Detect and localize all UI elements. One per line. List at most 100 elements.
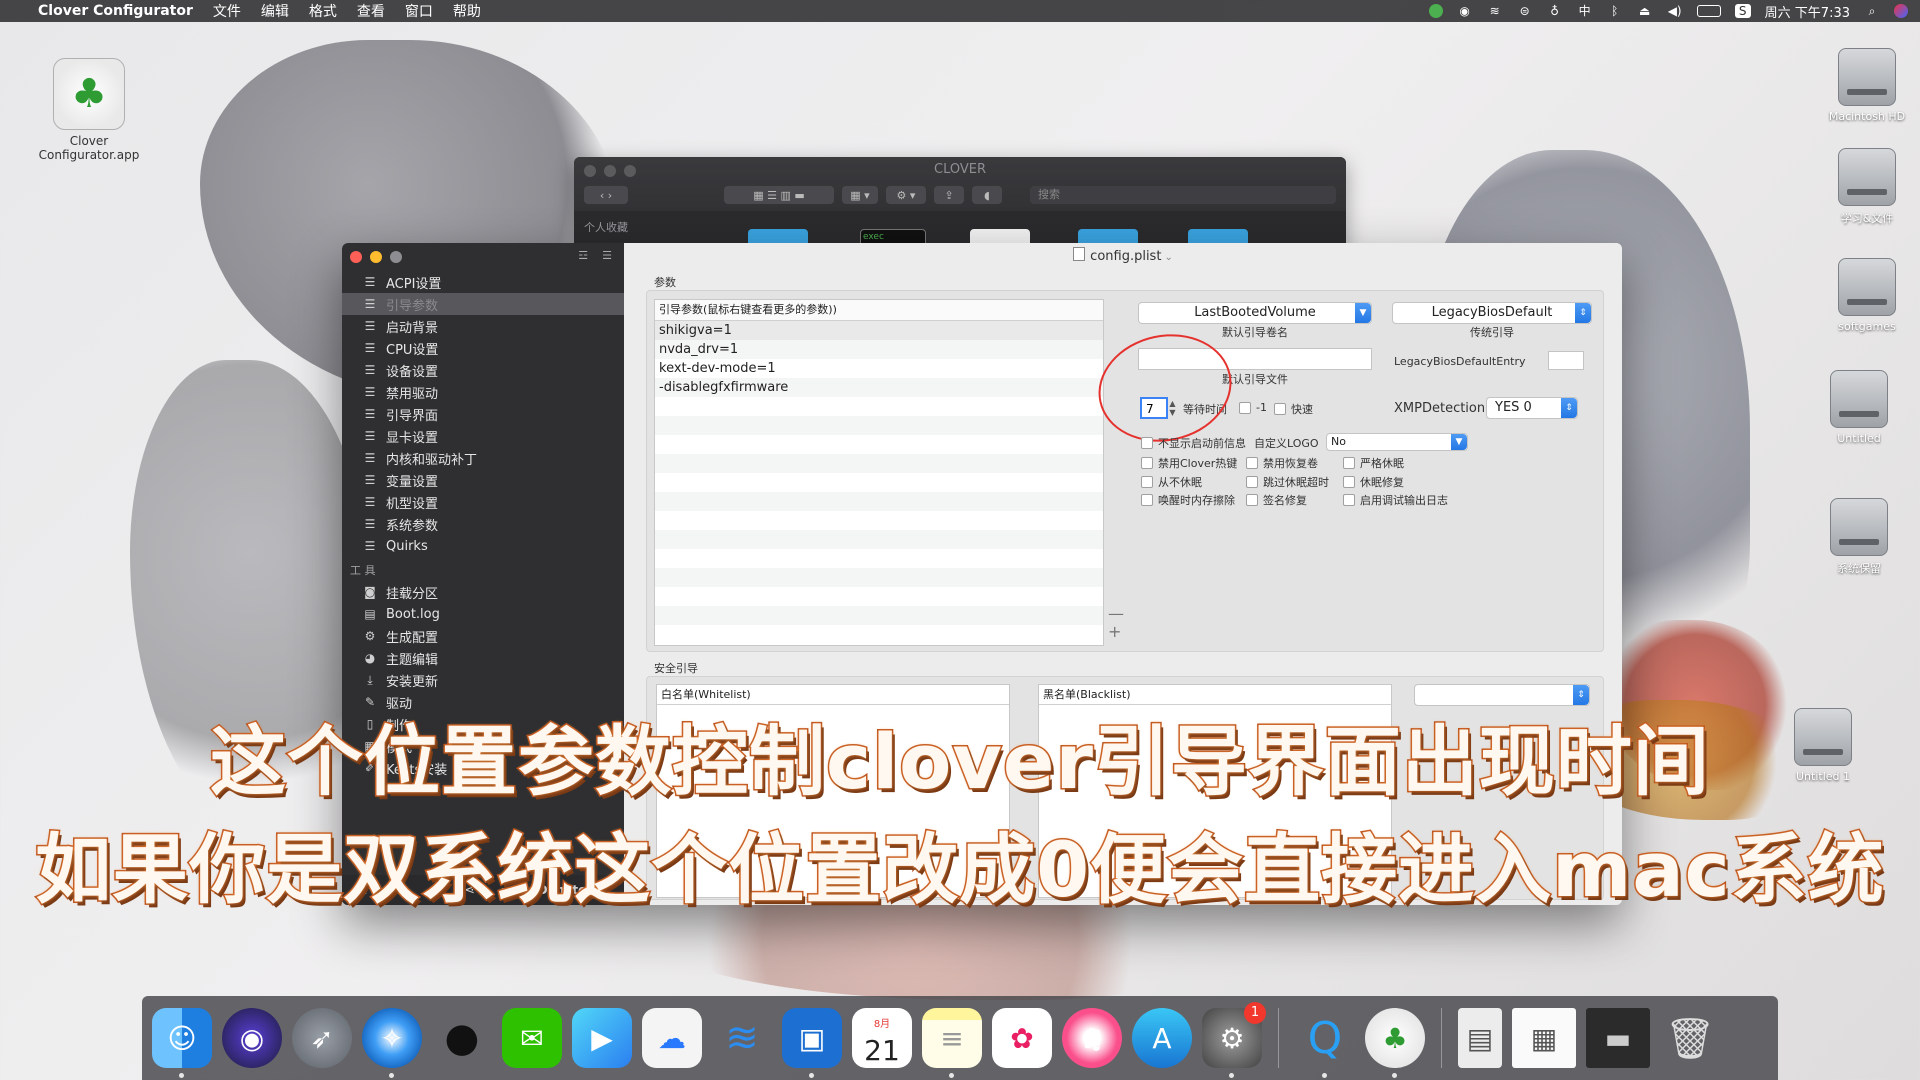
quicktime-icon[interactable]: Q: [1295, 1008, 1355, 1078]
skip-hibernate-timeout-checkbox[interactable]: 跳过休眠超时: [1246, 474, 1329, 490]
disable-hotkeys-checkbox[interactable]: 禁用Clover热键: [1141, 455, 1237, 471]
tool-mount-efi[interactable]: ◙ 挂载分区: [342, 581, 624, 603]
table-row[interactable]: [655, 435, 1103, 454]
finder-icon[interactable]: ☺: [152, 1008, 212, 1078]
wifi-tool-icon[interactable]: ≋: [712, 1008, 772, 1068]
table-row[interactable]: shikigva=1: [655, 321, 1103, 340]
system-preferences-icon[interactable]: ⚙ 1: [1202, 1002, 1266, 1078]
default-volume-popup[interactable]: LastBootedVolume ▼: [1138, 302, 1372, 324]
table-row[interactable]: -disablegfxfirmware: [655, 378, 1103, 397]
legacy-popup[interactable]: LegacyBiosDefault ⇕: [1392, 302, 1592, 324]
document-icon[interactable]: ▤: [1458, 1008, 1502, 1068]
back-forward-buttons[interactable]: ‹ ›: [584, 186, 628, 204]
search-icon[interactable]: ⌕: [1864, 4, 1880, 18]
clover-configurator-icon[interactable]: ♣: [1365, 1008, 1425, 1078]
table-row[interactable]: [655, 530, 1103, 549]
wechat-icon[interactable]: ✉: [502, 1008, 562, 1068]
window-thumbnail-icon[interactable]: ▬: [1586, 1008, 1650, 1068]
table-row[interactable]: [655, 549, 1103, 568]
calendar-icon[interactable]: 8月 21: [852, 1008, 912, 1068]
menu-file[interactable]: 文件: [213, 1, 241, 21]
sidebar-item-rt-variables[interactable]: ☰ 变量设置: [342, 469, 624, 491]
remove-row-button[interactable]: —: [1108, 604, 1124, 623]
table-row[interactable]: nvda_drv=1: [655, 340, 1103, 359]
sidebar-item-cpu[interactable]: ☰ CPU设置: [342, 337, 624, 359]
tag-icon[interactable]: ◖: [972, 186, 1002, 204]
clover-app-desktop-icon[interactable]: ♣ Clover Configurator.app: [34, 58, 144, 162]
strict-hibernate-checkbox[interactable]: 严格休眠: [1343, 455, 1404, 471]
bluetooth-icon[interactable]: ᛒ: [1607, 4, 1623, 18]
video-player-icon[interactable]: ▶: [572, 1008, 632, 1068]
table-row[interactable]: [655, 473, 1103, 492]
screenshot-thumbnail-icon[interactable]: ▦: [1512, 1008, 1576, 1068]
table-row[interactable]: kext-dev-mode=1: [655, 359, 1103, 378]
finder-search-field[interactable]: 搜索: [1030, 186, 1336, 204]
zoom-button[interactable]: [390, 251, 402, 263]
tool-boot-log[interactable]: ▤ Boot.log: [342, 603, 624, 625]
table-row[interactable]: [655, 587, 1103, 606]
trash-icon[interactable]: 🗑: [1660, 1008, 1720, 1068]
tool-theme-editor[interactable]: ◕ 主题编辑: [342, 647, 624, 669]
fast-checkbox[interactable]: 快速: [1274, 401, 1313, 417]
sidebar-item-graphics[interactable]: ☰ 显卡设置: [342, 425, 624, 447]
table-row[interactable]: [655, 416, 1103, 435]
hibernate-fix-checkbox[interactable]: 休眠修复: [1343, 474, 1404, 490]
action-gear-icon[interactable]: ⚙ ▾: [886, 186, 926, 204]
table-row[interactable]: [655, 454, 1103, 473]
settings-icon[interactable]: ☰: [602, 249, 612, 262]
xmp-popup[interactable]: YES 0 ⇕: [1486, 397, 1578, 419]
custom-logo-popup[interactable]: No ▼: [1326, 433, 1468, 451]
table-row[interactable]: [655, 492, 1103, 511]
notes-icon[interactable]: ≡: [922, 1008, 982, 1078]
finder-window[interactable]: CLOVER ‹ › ▦ ☰ ▥ ▬ ▦ ▾ ⚙ ▾ ⇪ ◖ 搜索 个人收藏 e…: [574, 157, 1346, 255]
sidebar-item-smbios[interactable]: ☰ 机型设置: [342, 491, 624, 513]
legacy-entry-field[interactable]: [1548, 351, 1584, 370]
never-hibernate-checkbox[interactable]: 从不休眠: [1141, 474, 1202, 490]
menu-view[interactable]: 查看: [357, 1, 385, 21]
record-icon[interactable]: ◉: [1457, 4, 1473, 18]
document-title[interactable]: config.plist ⌄: [624, 247, 1622, 264]
close-button[interactable]: [350, 251, 362, 263]
disk-untitled[interactable]: Untitled: [1804, 370, 1914, 445]
siri-icon[interactable]: [1894, 4, 1908, 18]
wechat-tray-icon[interactable]: [1428, 4, 1443, 18]
menu-format[interactable]: 格式: [309, 1, 337, 21]
nvram-wipe-checkbox[interactable]: 唤醒时内存擦除: [1141, 492, 1235, 508]
app-store-icon[interactable]: A: [1132, 1008, 1192, 1068]
safari-icon[interactable]: ✧: [362, 1008, 422, 1078]
boot-args-header[interactable]: 引导参数(鼠标右键查看更多的参数)): [655, 300, 1103, 321]
table-row[interactable]: [655, 606, 1103, 625]
tool-install-update[interactable]: ⤓ 安装更新: [342, 669, 624, 691]
menu-window[interactable]: 窗口: [405, 1, 433, 21]
disable-recovery-checkbox[interactable]: 禁用恢复卷: [1246, 455, 1318, 471]
input-method-icon[interactable]: 中: [1577, 4, 1593, 18]
minimize-button[interactable]: [370, 251, 382, 263]
no-early-progress-checkbox[interactable]: 不显示启动前信息: [1141, 435, 1246, 451]
vpn-icon[interactable]: ⊜: [1517, 4, 1533, 18]
group-button[interactable]: ▦ ▾: [842, 186, 878, 204]
sidebar-item-system-parameters[interactable]: ☰ 系统参数: [342, 513, 624, 535]
disk-system-reserved[interactable]: 系统保留: [1804, 498, 1914, 576]
baidu-netdisk-icon[interactable]: ☁: [642, 1008, 702, 1068]
battery-icon[interactable]: [1696, 5, 1721, 17]
timeout-minus-one-checkbox[interactable]: -1: [1239, 401, 1267, 414]
qq-icon[interactable]: ●: [432, 1008, 492, 1068]
table-row[interactable]: [655, 511, 1103, 530]
sidebar-item-boot-graphics[interactable]: ☰ 启动背景: [342, 315, 624, 337]
mic-icon[interactable]: ♁: [1547, 4, 1563, 18]
wifi-icon[interactable]: ≋: [1487, 4, 1503, 18]
signature-fix-checkbox[interactable]: 签名修复: [1246, 492, 1307, 508]
clock[interactable]: 周六 下午7:33: [1765, 2, 1850, 21]
screen-recorder-icon[interactable]: ▣: [782, 1008, 842, 1078]
add-row-button[interactable]: +: [1108, 622, 1121, 641]
debug-log-checkbox[interactable]: 启用调试输出日志: [1343, 492, 1448, 508]
config-icon[interactable]: ☲: [578, 249, 588, 262]
sidebar-item-acpi[interactable]: ☰ ACPI设置: [342, 271, 624, 293]
sidebar-item-boot[interactable]: ☰ 引导参数: [342, 293, 624, 315]
eject-icon[interactable]: ⏏: [1637, 4, 1653, 18]
disk-study-files[interactable]: 学习&文件: [1812, 148, 1920, 226]
sidebar-item-devices[interactable]: ☰ 设备设置: [342, 359, 624, 381]
control-icon[interactable]: S: [1734, 4, 1751, 18]
launchpad-icon[interactable]: ➶: [292, 1008, 352, 1068]
menu-edit[interactable]: 编辑: [261, 1, 289, 21]
